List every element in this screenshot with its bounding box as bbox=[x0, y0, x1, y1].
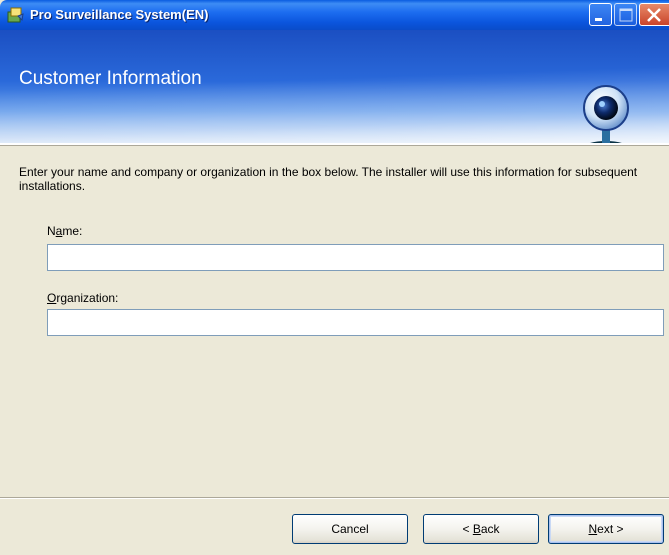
cancel-button[interactable]: Cancel bbox=[292, 514, 408, 544]
close-icon bbox=[647, 8, 661, 22]
cancel-button-label: Cancel bbox=[331, 522, 369, 536]
footer-divider-highlight bbox=[0, 498, 669, 499]
minimize-button[interactable] bbox=[589, 3, 612, 26]
window-title: Pro Surveillance System(EN) bbox=[30, 7, 209, 22]
installer-app-icon bbox=[7, 7, 24, 23]
minimize-icon bbox=[595, 18, 602, 21]
page-title: Customer Information bbox=[19, 68, 202, 89]
close-button[interactable] bbox=[639, 3, 669, 26]
maximize-icon bbox=[619, 8, 633, 22]
next-button-label: Next > bbox=[588, 522, 624, 536]
organization-label: Organization: bbox=[47, 291, 119, 305]
next-button[interactable]: Next > bbox=[548, 514, 664, 544]
header-banner: Customer Information bbox=[0, 30, 669, 143]
name-input[interactable] bbox=[47, 244, 664, 271]
banner-divider bbox=[0, 145, 669, 146]
webcam-icon bbox=[583, 85, 629, 143]
back-button-label: < Back bbox=[462, 522, 500, 536]
title-bar[interactable]: Pro Surveillance System(EN) bbox=[0, 0, 669, 30]
maximize-button[interactable] bbox=[614, 3, 637, 26]
organization-input[interactable] bbox=[47, 309, 664, 336]
instructions-text: Enter your name and company or organizat… bbox=[19, 165, 638, 193]
name-label: Name: bbox=[47, 224, 83, 238]
back-button[interactable]: < Back bbox=[423, 514, 539, 544]
